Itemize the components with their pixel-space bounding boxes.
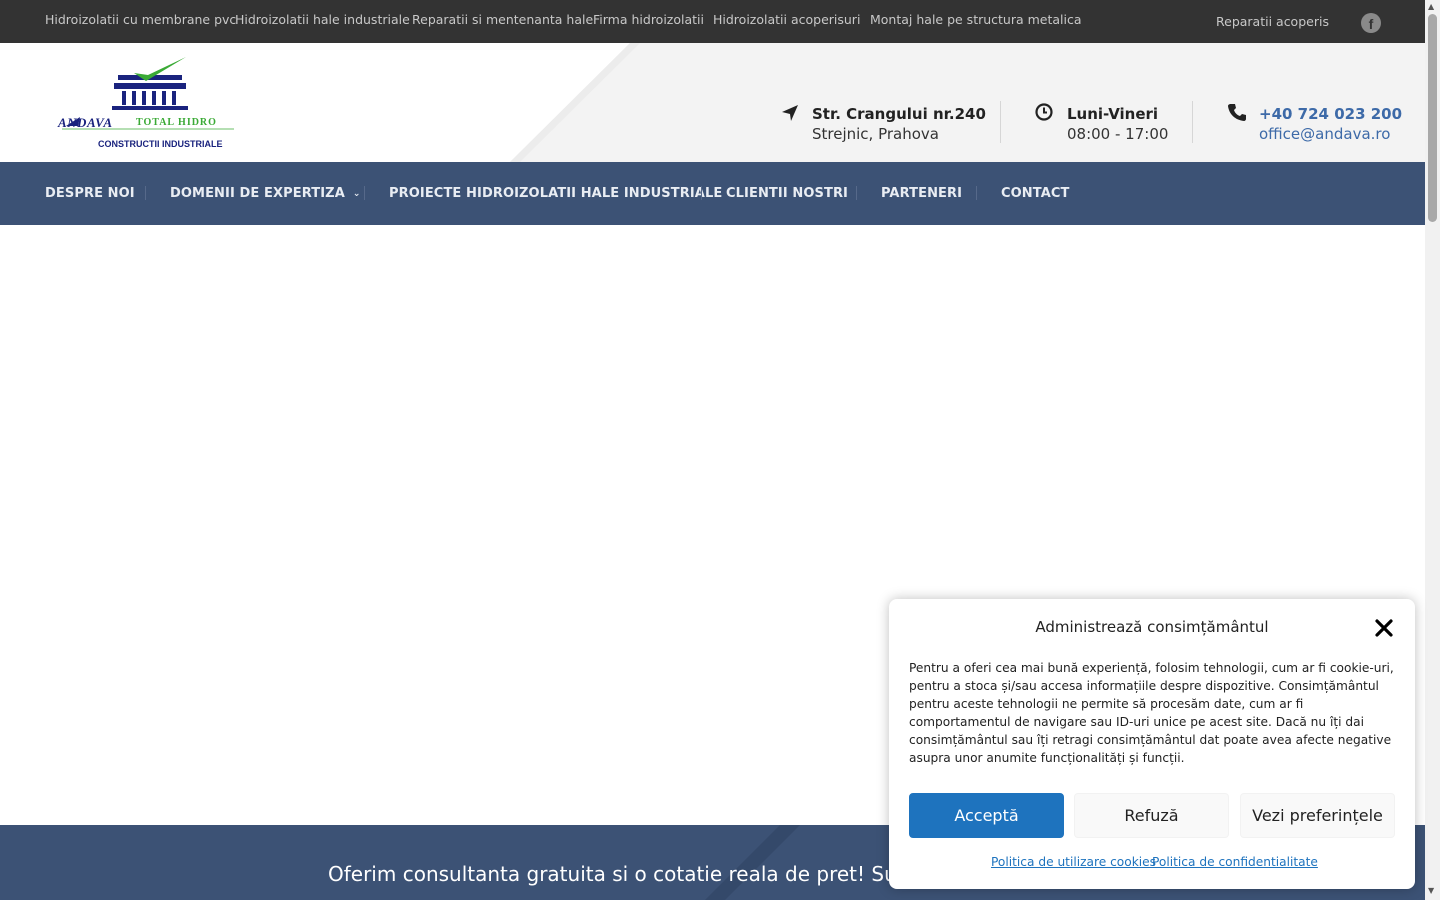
topbar-link-reparatii-acoperis[interactable]: Reparatii acoperis (1216, 14, 1329, 29)
nav-divider (364, 186, 365, 200)
preferences-button[interactable]: Vezi preferințele (1240, 793, 1395, 838)
topbar-link-montaj[interactable]: Montaj hale pe structura metalica (870, 12, 1082, 27)
scroll-down-icon[interactable]: ▼ (1428, 886, 1434, 895)
nav-item-label: CONTACT (1001, 186, 1070, 201)
topbar-link-acoperisuri[interactable]: Hidroizolatii acoperisuri (713, 12, 860, 27)
nav-item-label: CLIENTII NOSTRI (726, 186, 848, 201)
page-scrollbar[interactable]: ▲ ▼ (1425, 0, 1440, 900)
clock-icon (1035, 103, 1053, 121)
topbar-link-hale[interactable]: Hidroizolatii hale industriale (235, 12, 410, 27)
phone-icon (1228, 104, 1246, 121)
facebook-icon[interactable]: f (1361, 13, 1381, 33)
nav-item-clienti[interactable]: CLIENTII NOSTRI (726, 186, 848, 201)
nav-divider (976, 186, 977, 200)
nav-divider (145, 186, 146, 200)
nav-item-label: PROIECTE HIDROIZOLATII HALE INDUSTRIALE (389, 186, 723, 201)
hours-days: Luni-Vineri (1067, 105, 1159, 123)
topbar-link-pvc[interactable]: Hidroizolatii cu membrane pvc (45, 12, 236, 27)
close-icon[interactable] (1373, 617, 1395, 639)
topbar-link-firma[interactable]: Firma hidroizolatii (593, 12, 704, 27)
email-link[interactable]: office@andava.ro (1259, 125, 1390, 143)
phone-link[interactable]: +40 724 023 200 (1259, 105, 1402, 123)
nav-item-domenii[interactable]: DOMENII DE EXPERTIZA ⌄ (170, 186, 361, 201)
cta-text: Oferim consultanta gratuita si o cotatie… (328, 862, 968, 886)
nav-item-contact[interactable]: CONTACT (1001, 186, 1070, 201)
location-arrow-icon (782, 105, 798, 121)
nav-item-despre-noi[interactable]: DESPRE NOI (45, 186, 135, 201)
scrollbar-thumb[interactable] (1428, 14, 1437, 222)
site-logo[interactable]: ANDAVA TOTAL HIDRO CONSTRUCTII INDUSTRIA… (56, 55, 236, 155)
address-line-1: Str. Crangului nr.240 (812, 105, 986, 123)
privacy-policy-link[interactable]: Politica de confidentialitate (1152, 855, 1318, 869)
hours-time: 08:00 - 17:00 (1067, 125, 1169, 143)
nav-divider (856, 186, 857, 200)
nav-item-label: DOMENII DE EXPERTIZA (170, 186, 345, 201)
main-navigation: DESPRE NOI DOMENII DE EXPERTIZA ⌄ PROIECT… (0, 162, 1425, 225)
cookie-policy-link[interactable]: Politica de utilizare cookies (991, 855, 1156, 869)
cookie-consent-dialog: Administrează consimțământul Pentru a of… (889, 599, 1415, 889)
logo-brand-main: ANDAVA (58, 115, 113, 130)
nav-item-label: PARTENERI (881, 186, 963, 201)
nav-item-label: DESPRE NOI (45, 186, 135, 201)
nav-item-parteneri[interactable]: PARTENERI (881, 186, 962, 201)
header-divider (1192, 101, 1193, 143)
address-line-2: Strejnic, Prahova (812, 125, 939, 143)
page: Hidroizolatii cu membrane pvc Hidroizola… (0, 0, 1440, 900)
consent-message: Pentru a oferi cea mai bună experiență, … (909, 661, 1394, 765)
header-divider (1000, 101, 1001, 143)
accept-button[interactable]: Acceptă (909, 793, 1064, 838)
site-header: ANDAVA TOTAL HIDRO CONSTRUCTII INDUSTRIA… (0, 43, 1425, 162)
top-bar: Hidroizolatii cu membrane pvc Hidroizola… (0, 0, 1425, 43)
consent-title: Administrează consimțământul (1035, 618, 1269, 636)
scroll-up-icon[interactable]: ▲ (1428, 2, 1434, 11)
logo-brand-secondary: TOTAL HIDRO (136, 117, 217, 128)
nav-item-proiecte[interactable]: PROIECTE HIDROIZOLATII HALE INDUSTRIALE (389, 186, 722, 201)
deny-button[interactable]: Refuză (1074, 793, 1229, 838)
chevron-down-icon: ⌄ (352, 189, 361, 199)
nav-divider (701, 186, 702, 200)
logo-tagline: CONSTRUCTII INDUSTRIALE (98, 139, 223, 149)
topbar-link-reparatii-hale[interactable]: Reparatii si mentenanta hale (412, 12, 593, 27)
